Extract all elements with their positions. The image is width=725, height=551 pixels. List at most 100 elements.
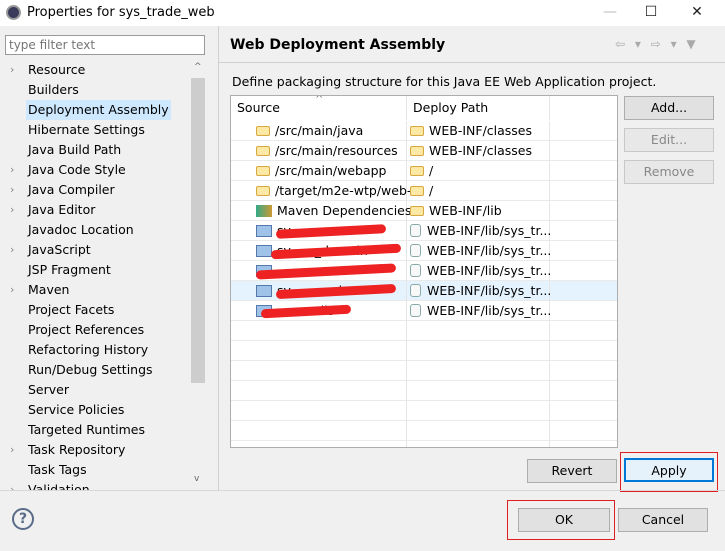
expand-chevron-icon[interactable]: ›	[10, 180, 14, 200]
deploy-path-text: WEB-INF/lib/sys_tr...	[427, 263, 552, 278]
tree-item[interactable]: › Java Code Style	[0, 160, 190, 180]
tree-item[interactable]: Run/Debug Settings	[0, 360, 190, 380]
empty-row	[231, 381, 617, 401]
cancel-button[interactable]: Cancel	[618, 508, 708, 532]
tree-item-label: Service Policies	[28, 402, 125, 417]
tree-item-label: Deployment Assembly	[26, 100, 171, 120]
tree-item[interactable]: JSP Fragment	[0, 260, 190, 280]
scroll-down-icon[interactable]: v	[194, 474, 199, 484]
deploy-path-text: WEB-INF/lib/sys_tr...	[427, 283, 552, 298]
empty-row	[231, 361, 617, 381]
empty-row	[231, 401, 617, 421]
minimize-button[interactable]: —	[587, 0, 633, 26]
empty-row	[231, 341, 617, 361]
tree-item[interactable]: › Task Repository	[0, 440, 190, 460]
tree-item[interactable]: Project Facets	[0, 300, 190, 320]
tree-item-label: Run/Debug Settings	[28, 362, 153, 377]
folder-icon	[410, 146, 424, 156]
add-button[interactable]: Add...	[624, 96, 714, 120]
tree-item[interactable]: Task Tags	[0, 460, 190, 480]
remove-button[interactable]: Remove	[624, 160, 714, 184]
tree-item-label: Hibernate Settings	[28, 122, 145, 137]
empty-row	[231, 421, 617, 441]
tree-item-label: Java Code Style	[28, 162, 126, 177]
expand-chevron-icon[interactable]: ›	[10, 160, 14, 180]
revert-button[interactable]: Revert	[527, 459, 617, 483]
source-cell	[231, 381, 407, 401]
deploy-path-cell: /	[407, 161, 550, 181]
table-row[interactable]: ilsWEB-INF/lib/sys_tr...	[231, 301, 617, 321]
expand-chevron-icon[interactable]: ›	[10, 440, 14, 460]
tree-item-label: Project Facets	[28, 302, 115, 317]
tree-item[interactable]: › Java Editor	[0, 200, 190, 220]
table-row[interactable]: sy _domainWEB-INF/lib/sys_tr...	[231, 241, 617, 261]
expand-chevron-icon[interactable]: ›	[10, 200, 14, 220]
expand-chevron-icon[interactable]: ›	[10, 480, 14, 490]
help-icon[interactable]: ?	[12, 508, 34, 530]
table-row[interactable]: /target/m2e-wtp/web- /	[231, 181, 617, 201]
tree-item[interactable]: › Java Compiler	[0, 180, 190, 200]
table-row[interactable]: sy iceWEB-INF/lib/sys_tr...	[231, 281, 617, 301]
page-title: Web Deployment Assembly	[230, 37, 446, 53]
deployment-table[interactable]: Source ^ Deploy Path /src/main/java WEB-IN…	[230, 95, 618, 448]
filter-input[interactable]	[5, 35, 205, 55]
jar-icon	[410, 304, 421, 317]
table-row[interactable]: /src/main/webapp /	[231, 161, 617, 181]
tree-item[interactable]: › Maven	[0, 280, 190, 300]
tree-item[interactable]: Builders	[0, 80, 190, 100]
maven-project-icon	[256, 285, 272, 297]
sash-divider[interactable]	[218, 26, 219, 491]
table-row[interactable]: /src/main/resources WEB-INF/classes	[231, 141, 617, 161]
deploy-path-cell	[407, 361, 550, 381]
jar-icon	[410, 224, 421, 237]
folder-icon	[256, 186, 270, 196]
expand-chevron-icon[interactable]: ›	[10, 240, 14, 260]
deploy-path-cell: WEB-INF/lib/sys_tr...	[407, 281, 552, 301]
expand-chevron-icon[interactable]: ›	[10, 60, 14, 80]
deploy-path-cell: WEB-INF/classes	[407, 121, 550, 141]
expand-chevron-icon[interactable]: ›	[10, 280, 14, 300]
maven-library-icon	[256, 205, 272, 217]
folder-icon	[256, 146, 270, 156]
tree-item[interactable]: › JavaScript	[0, 240, 190, 260]
column-header-source[interactable]: Source ^	[231, 96, 407, 120]
source-cell	[231, 321, 407, 341]
tree-item-label: Resource	[28, 62, 86, 77]
tree-item-label: Refactoring History	[28, 342, 149, 357]
tree-item[interactable]: Deployment Assembly	[0, 100, 190, 120]
eclipse-app-icon	[6, 5, 21, 20]
table-row[interactable]: sy oWEB-INF/lib/sys_tr...	[231, 221, 617, 241]
button-bar-divider	[0, 490, 725, 491]
scroll-up-icon[interactable]: ^	[194, 62, 202, 72]
tree-item[interactable]: › Validation	[0, 480, 190, 490]
deploy-path-text: WEB-INF/classes	[429, 123, 533, 138]
tree-item-label: JSP Fragment	[28, 262, 111, 277]
table-row[interactable]: onWEB-INF/lib/sys_tr...	[231, 261, 617, 281]
tree-item-label: Task Repository	[28, 442, 126, 457]
source-cell	[231, 421, 407, 441]
tree-item[interactable]: Hibernate Settings	[0, 120, 190, 140]
window-title: Properties for sys_trade_web	[27, 5, 215, 20]
deploy-path-cell	[407, 421, 550, 441]
table-row[interactable]: Maven Dependencies WEB-INF/lib	[231, 201, 617, 221]
tree-item-label: Project References	[28, 322, 145, 337]
tree-item[interactable]: Service Policies	[0, 400, 190, 420]
maximize-button[interactable]: ☐	[628, 0, 674, 26]
table-row[interactable]: /src/main/java WEB-INF/classes	[231, 121, 617, 141]
tree-item[interactable]: Refactoring History	[0, 340, 190, 360]
column-header-deploy-path[interactable]: Deploy Path	[407, 96, 550, 120]
tree-item[interactable]: Server	[0, 380, 190, 400]
history-nav-icons[interactable]: ⇦ ▾ ⇨ ▾ ▼	[615, 37, 699, 51]
tree-item[interactable]: Javadoc Location	[0, 220, 190, 240]
close-button[interactable]: ✕	[674, 0, 720, 26]
tree-item[interactable]: › Resource	[0, 60, 190, 80]
edit-button[interactable]: Edit...	[624, 128, 714, 152]
tree-item[interactable]: Project References	[0, 320, 190, 340]
tree-item[interactable]: Targeted Runtimes	[0, 420, 190, 440]
deploy-path-text: WEB-INF/lib/sys_tr...	[427, 243, 552, 258]
tree-item-label: Validation	[28, 482, 90, 490]
title-bar: Properties for sys_trade_web — ☐ ✕	[0, 0, 725, 26]
tree-item[interactable]: Java Build Path	[0, 140, 190, 160]
deploy-path-cell: WEB-INF/classes	[407, 141, 550, 161]
tree-scroll-thumb[interactable]	[191, 78, 205, 383]
